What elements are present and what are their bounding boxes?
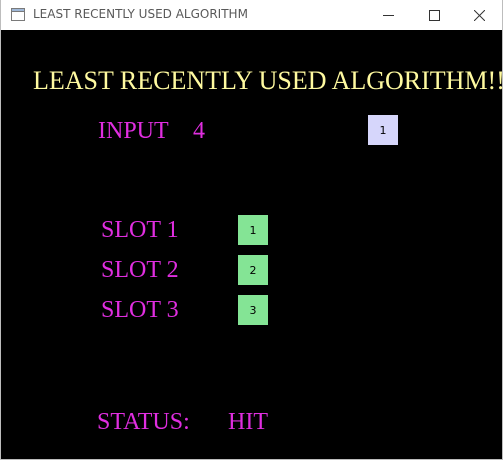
- slot-1-label: SLOT 1: [101, 217, 179, 243]
- window-title: LEAST RECENTLY USED ALGORITHM: [33, 7, 248, 21]
- app-window: LEAST RECENTLY USED ALGORITHM LEAST RECE…: [0, 0, 503, 460]
- close-button[interactable]: [456, 0, 502, 30]
- slot-3-box: 3: [238, 295, 268, 325]
- minimize-button[interactable]: [365, 0, 411, 30]
- page-title: LEAST RECENTLY USED ALGORITHM!!: [33, 66, 503, 95]
- status-label: STATUS:: [97, 409, 190, 435]
- main-canvas: LEAST RECENTLY USED ALGORITHM!! INPUT 4 …: [1, 30, 502, 459]
- slot-2-label: SLOT 2: [101, 257, 179, 283]
- slot-1-box: 1: [238, 215, 268, 245]
- title-bar[interactable]: LEAST RECENTLY USED ALGORITHM: [1, 0, 502, 30]
- maximize-icon: [428, 9, 440, 21]
- maximize-button[interactable]: [411, 0, 457, 30]
- input-label: INPUT: [98, 118, 169, 144]
- minimize-icon: [382, 10, 394, 21]
- status-value: HIT: [228, 409, 268, 435]
- input-page-box: 1: [368, 115, 398, 145]
- window-icon: [11, 8, 25, 21]
- slot-2-box: 2: [238, 255, 268, 285]
- close-icon: [473, 9, 485, 21]
- slot-3-label: SLOT 3: [101, 297, 179, 323]
- input-value: 4: [193, 118, 205, 144]
